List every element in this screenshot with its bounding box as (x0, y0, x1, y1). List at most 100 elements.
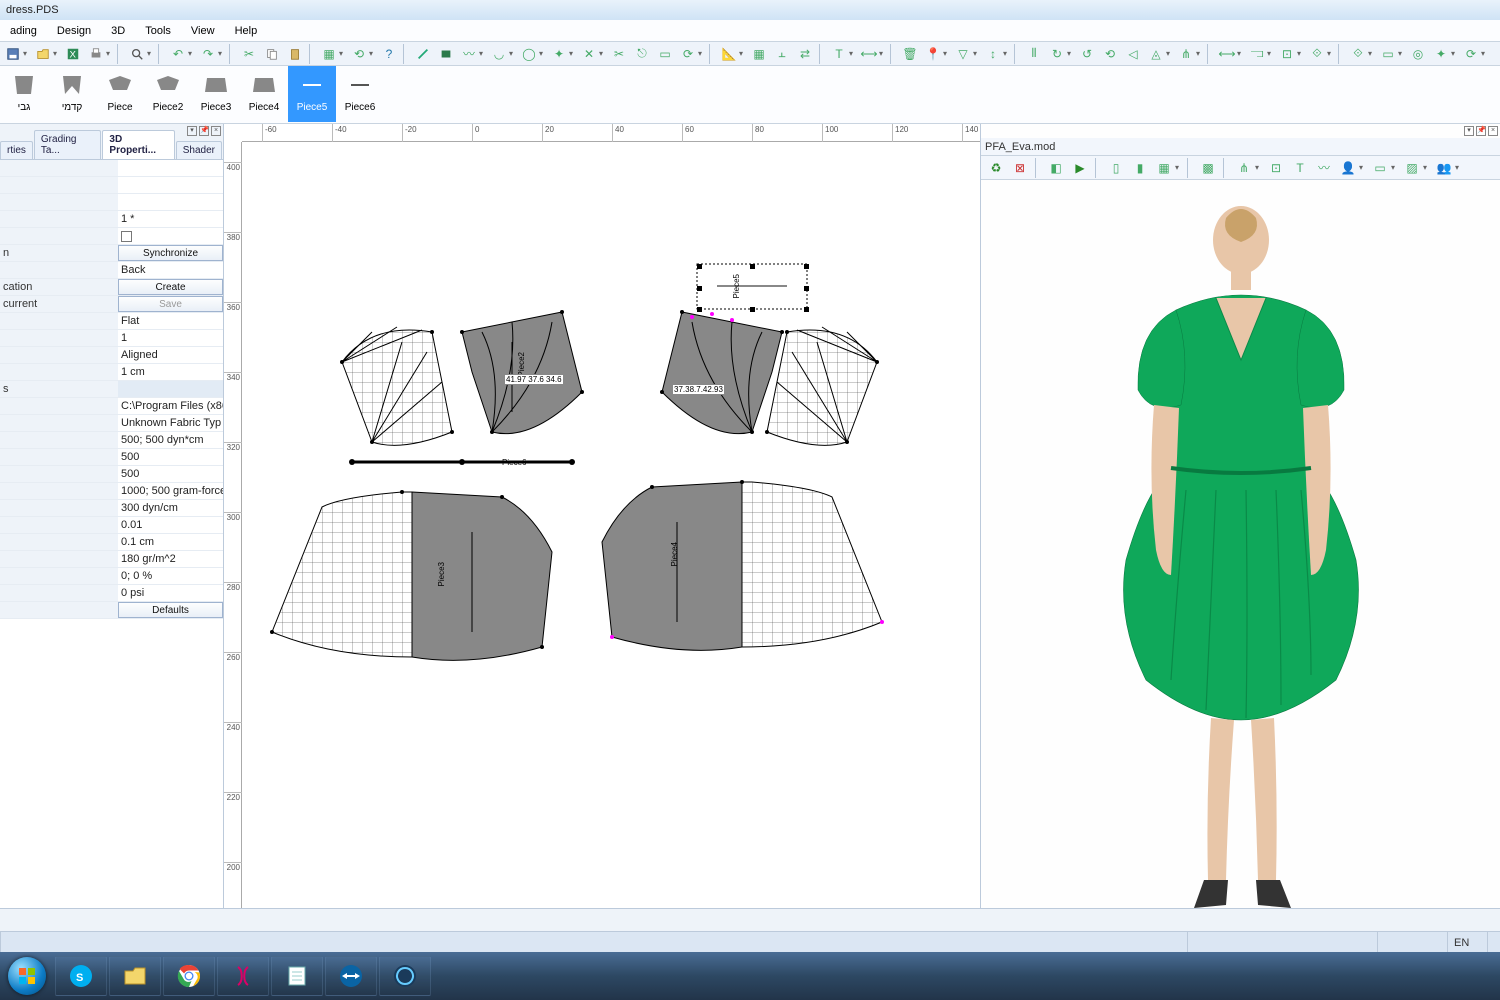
copy-icon[interactable] (261, 44, 283, 64)
property-value[interactable]: 300 dyn/cm (118, 500, 223, 516)
property-value[interactable]: Flat (118, 313, 223, 329)
menu-design[interactable]: Design (47, 22, 101, 40)
selection-handle[interactable] (804, 264, 809, 269)
play-icon[interactable]: ▶ (1069, 158, 1091, 178)
pushpin-icon[interactable]: 📌 (1476, 126, 1486, 136)
point-tool-icon[interactable]: ✦ (548, 44, 570, 64)
taskbar-skype[interactable]: S (55, 956, 107, 996)
align-icon[interactable]: ⫠ (771, 44, 793, 64)
ribbon-piece-back[interactable]: גבי (0, 66, 48, 122)
tool-b-icon[interactable]: ⟲ (348, 44, 370, 64)
property-value[interactable]: 500 (118, 449, 223, 465)
stop-sim-icon[interactable]: ⊠ (1009, 158, 1031, 178)
ribbon-piece5[interactable]: Piece5 (288, 66, 336, 122)
drawing-area[interactable]: Piece2 Piece3 Piece4 Piece5 Piece6 41.97… (242, 142, 980, 952)
line-tool-icon[interactable] (412, 44, 434, 64)
ext7-icon[interactable]: ◎ (1407, 44, 1429, 64)
measure-icon[interactable]: 📐 (718, 44, 740, 64)
paste-icon[interactable] (284, 44, 306, 64)
view-side-icon[interactable]: ▮ (1129, 158, 1151, 178)
fold-icon[interactable]: ⟲ (1099, 44, 1121, 64)
selection-handle[interactable] (697, 264, 702, 269)
property-value[interactable]: 1 * (118, 211, 223, 227)
ribbon-piece2[interactable]: Piece2 (144, 66, 192, 122)
property-value[interactable]: Aligned (118, 347, 223, 363)
users-icon[interactable]: 👥 (1433, 158, 1455, 178)
print-icon[interactable] (85, 44, 107, 64)
ribbon-piece6[interactable]: Piece6 (336, 66, 384, 122)
spread-icon[interactable]: ⋔ (1175, 44, 1197, 64)
avatar-icon[interactable]: 👤 (1337, 158, 1359, 178)
close-panel-icon[interactable]: × (1488, 126, 1498, 136)
property-button[interactable]: Synchronize (118, 245, 223, 261)
taskbar-chrome[interactable] (163, 956, 215, 996)
menu-3d[interactable]: 3D (101, 22, 135, 40)
property-value[interactable]: 500; 500 dyn*cm (118, 432, 223, 448)
scissors-tool-icon[interactable]: ✂ (608, 44, 630, 64)
menu-grading[interactable]: ading (0, 22, 47, 40)
redo-icon[interactable]: ↷ (197, 44, 219, 64)
avatar-pose-icon[interactable]: ⋔ (1233, 158, 1255, 178)
menu-help[interactable]: Help (225, 22, 268, 40)
tab-grading[interactable]: Grading Ta... (34, 130, 102, 159)
trace-tool-icon[interactable]: ▭ (654, 44, 676, 64)
ribbon-piece-front[interactable]: קדמי (48, 66, 96, 122)
help-icon[interactable]: ? (378, 44, 400, 64)
property-value[interactable]: 0.1 cm (118, 534, 223, 550)
selection-handle[interactable] (697, 286, 702, 291)
selection-handle[interactable] (697, 307, 702, 312)
ext5-icon[interactable]: ⟐ (1347, 44, 1369, 64)
seam-icon[interactable]: ⫴ (1023, 44, 1045, 64)
text3d-icon[interactable]: T (1289, 158, 1311, 178)
property-value[interactable]: 0 psi (118, 585, 223, 601)
menu-view[interactable]: View (181, 22, 225, 40)
ext3-icon[interactable]: ⊡ (1276, 44, 1298, 64)
dart-icon[interactable]: ◬ (1145, 44, 1167, 64)
walk-icon[interactable]: ↻ (1046, 44, 1068, 64)
grainline-icon[interactable]: ↕ (982, 44, 1004, 64)
pin-panel-icon[interactable]: ▾ (1464, 126, 1474, 136)
camera-icon[interactable]: ⊡ (1265, 158, 1287, 178)
property-value[interactable]: 500 (118, 466, 223, 482)
taskbar-explorer[interactable] (109, 956, 161, 996)
cut-icon[interactable]: ✂ (238, 44, 260, 64)
ext6-icon[interactable]: ▭ (1377, 44, 1399, 64)
tab-3d-properties[interactable]: 3D Properti... (102, 130, 174, 159)
zoom-icon[interactable] (126, 44, 148, 64)
property-checkbox[interactable] (121, 231, 132, 242)
selection-handle[interactable] (804, 307, 809, 312)
pin-icon[interactable]: 📍 (922, 44, 944, 64)
screen-icon[interactable]: ▭ (1369, 158, 1391, 178)
curve-tool-icon[interactable]: 〰 (458, 44, 480, 64)
rect-tool-icon[interactable] (435, 44, 457, 64)
export-excel-icon[interactable]: X (62, 44, 84, 64)
recycle-icon[interactable]: ♻ (985, 158, 1007, 178)
property-value[interactable]: 1 (118, 330, 223, 346)
3d-viewport[interactable] (981, 180, 1500, 952)
ext1-icon[interactable]: ⟷ (1216, 44, 1238, 64)
arc-tool-icon[interactable]: ◡ (488, 44, 510, 64)
property-value[interactable]: C:\Program Files (x86 (118, 398, 223, 414)
grid-m-icon[interactable]: ▦ (748, 44, 770, 64)
save-icon[interactable] (2, 44, 24, 64)
menu-tools[interactable]: Tools (135, 22, 181, 40)
taskbar-teamviewer[interactable] (325, 956, 377, 996)
notch-icon[interactable]: ▽ (952, 44, 974, 64)
property-value[interactable]: 180 gr/m^2 (118, 551, 223, 567)
taskbar-app-o[interactable] (379, 956, 431, 996)
property-button[interactable]: Defaults (118, 602, 223, 618)
ribbon-piece3[interactable]: Piece3 (192, 66, 240, 122)
delete-icon[interactable]: 🗑 (899, 44, 921, 64)
flip-icon[interactable]: ↺ (1076, 44, 1098, 64)
undo-icon[interactable]: ↶ (167, 44, 189, 64)
pleat-icon[interactable]: ◁ (1122, 44, 1144, 64)
ext4-icon[interactable]: ⟐ (1306, 44, 1328, 64)
intersect-tool-icon[interactable]: ✕ (578, 44, 600, 64)
view-front-icon[interactable]: ▯ (1105, 158, 1127, 178)
rotate-tool-icon[interactable]: ⟳ (677, 44, 699, 64)
pin-panel-icon[interactable]: ▾ (187, 126, 197, 136)
taskbar-app-pds[interactable] (217, 956, 269, 996)
close-panel-icon[interactable]: × (211, 126, 221, 136)
property-button[interactable]: Save (118, 296, 223, 312)
texture2-icon[interactable]: ▨ (1401, 158, 1423, 178)
